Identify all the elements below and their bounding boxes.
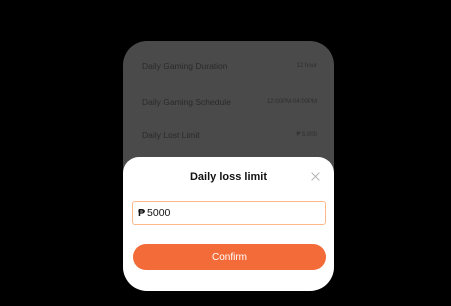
setting-value: 12:00PM-04:00PM (266, 99, 317, 105)
close-button[interactable] (308, 169, 322, 183)
close-icon (310, 171, 320, 181)
currency-symbol: ₱ (138, 207, 146, 219)
loss-limit-amount-input[interactable]: ₱ 5000 (132, 201, 326, 225)
confirm-button[interactable]: Confirm (133, 244, 326, 270)
setting-value: ₱ 5,000 (296, 132, 317, 138)
daily-loss-limit-dialog: Daily loss limit ₱ 5000 Confirm (123, 157, 334, 291)
setting-label: Daily Lost Limit (142, 130, 200, 140)
setting-row-daily-lost-limit[interactable]: Daily Lost Limit ₱ 5,000 (142, 128, 317, 142)
setting-row-daily-gaming-schedule[interactable]: Daily Gaming Schedule 12:00PM-04:00PM (142, 95, 317, 109)
setting-label: Daily Gaming Duration (142, 61, 228, 71)
amount-value: 5000 (147, 207, 171, 219)
setting-label: Daily Gaming Schedule (142, 97, 231, 107)
dialog-title: Daily loss limit (189, 171, 268, 183)
limits-card: Daily Gaming Duration 12 hour Daily Gami… (123, 41, 334, 291)
setting-value: 12 hour (296, 63, 317, 69)
screen: Daily Gaming Duration 12 hour Daily Gami… (0, 0, 451, 306)
setting-row-daily-gaming-duration[interactable]: Daily Gaming Duration 12 hour (142, 59, 317, 73)
